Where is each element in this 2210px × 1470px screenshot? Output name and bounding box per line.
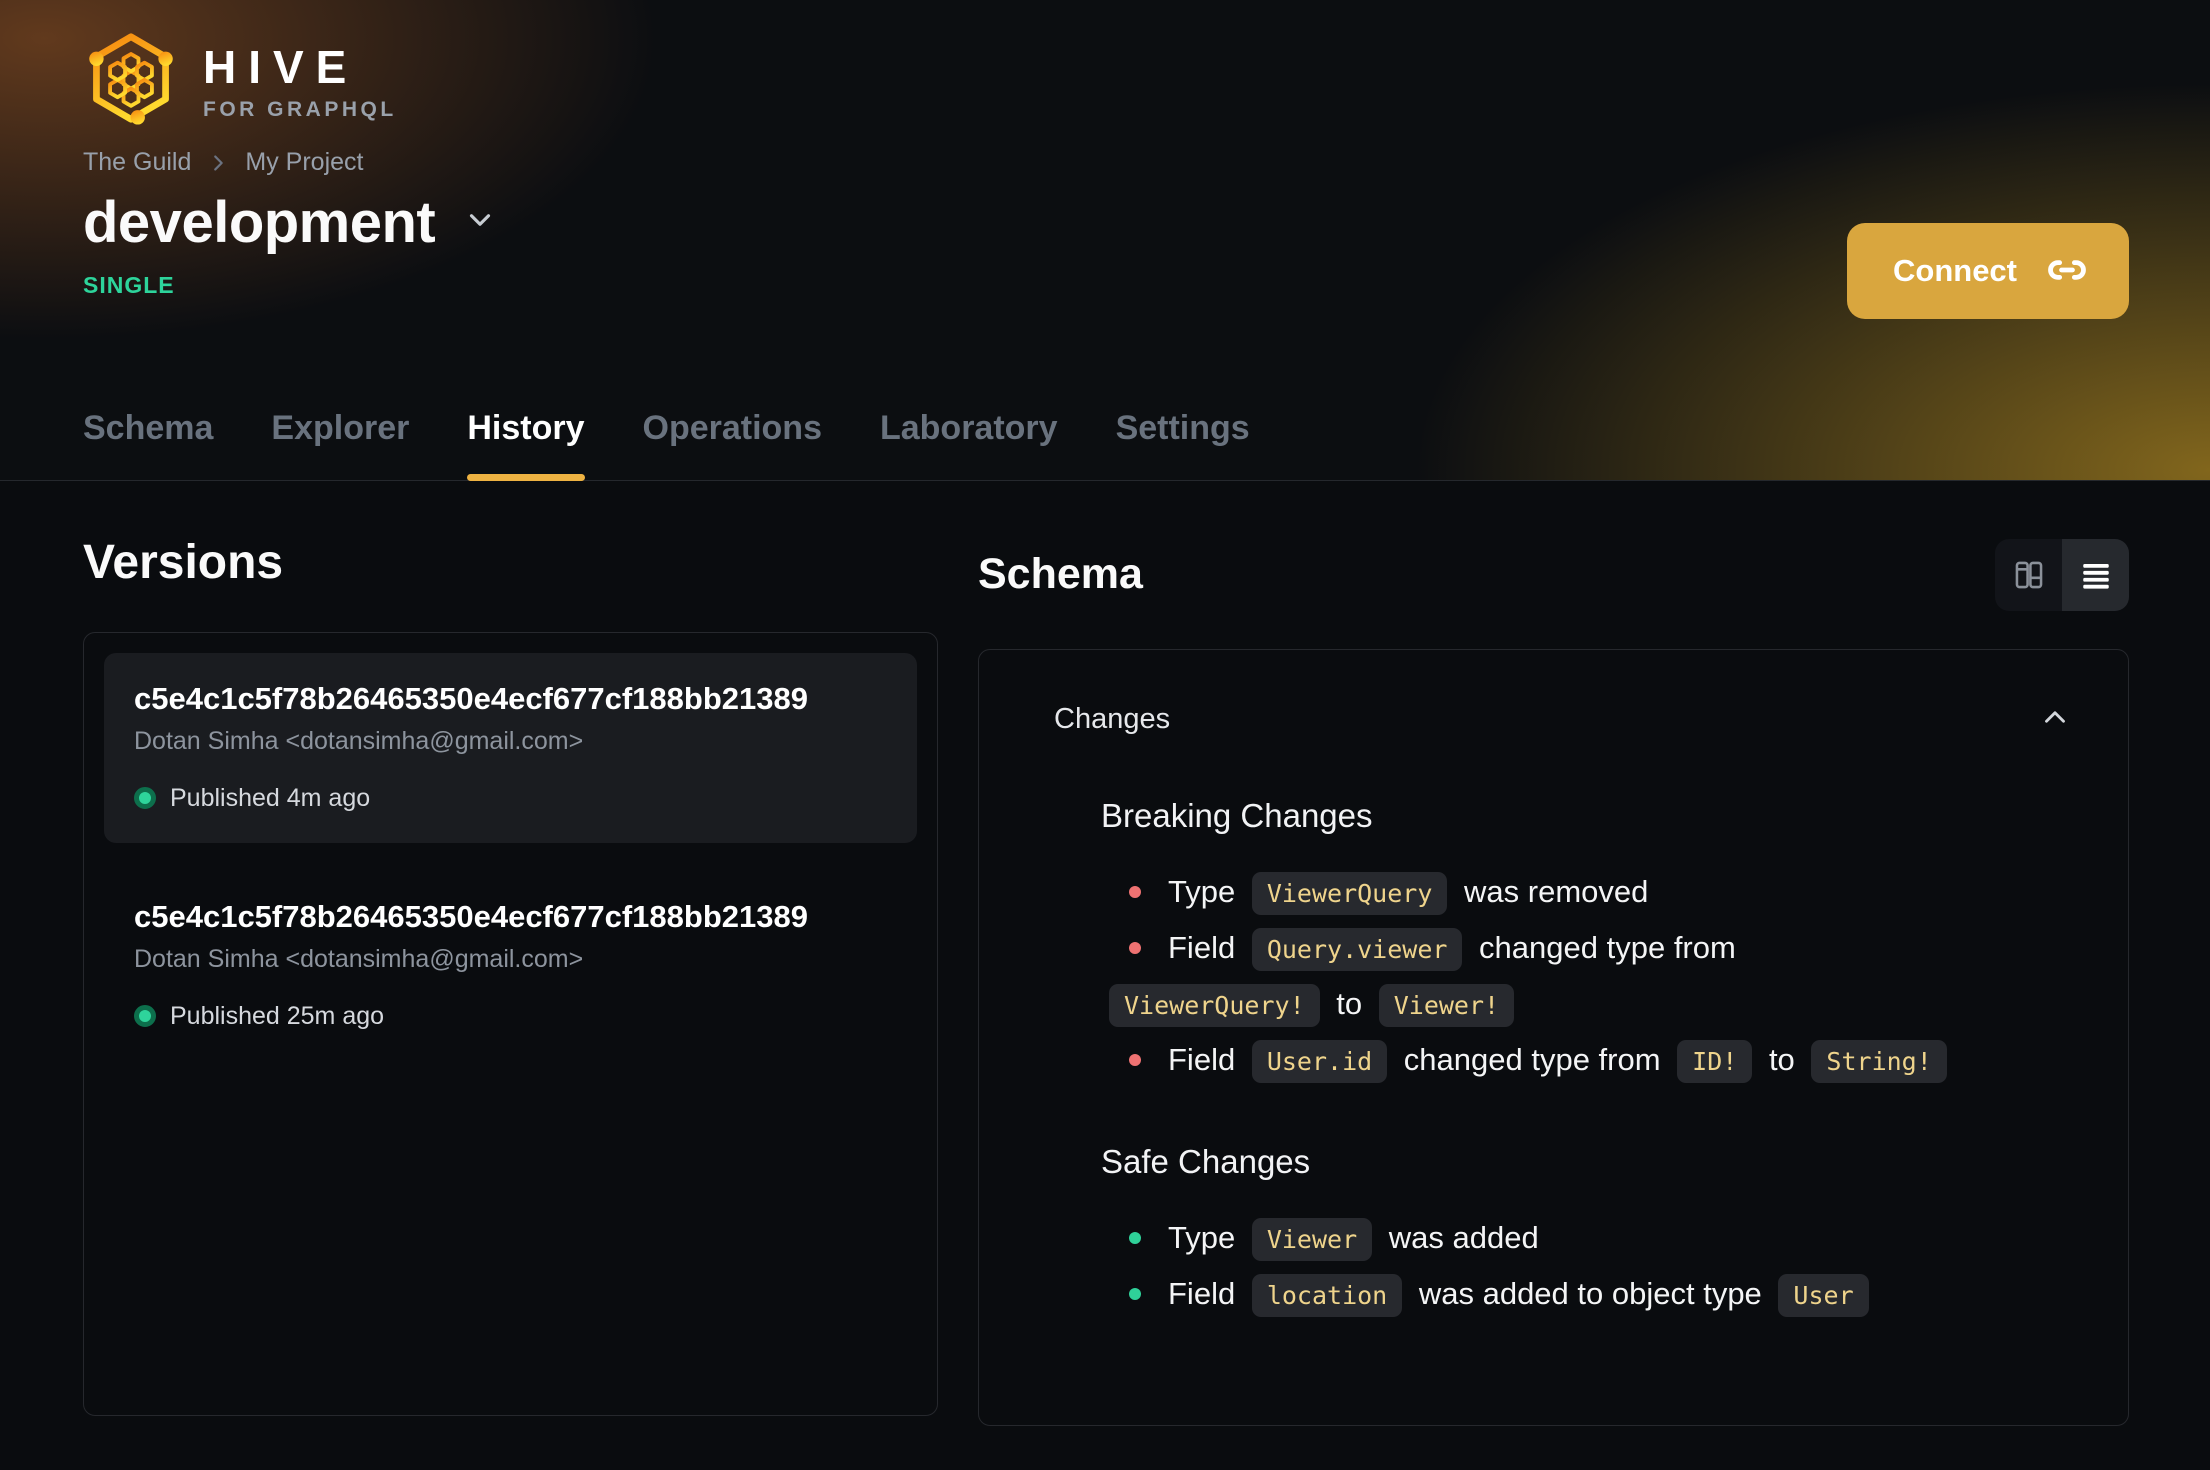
change-text: changed type from <box>1395 1042 1670 1077</box>
code-chip: location <box>1251 1274 1403 1317</box>
change-text: Field <box>1168 930 1244 965</box>
change-item: Field User.id changed type from ID! to S… <box>1101 1033 2072 1089</box>
change-text: Type <box>1168 874 1244 909</box>
code-chip: User.id <box>1251 1040 1388 1083</box>
hive-logo-icon <box>89 33 173 125</box>
version-author: Dotan Simha <dotansimha@gmail.com> <box>134 726 584 755</box>
main-content: Versions c5e4c1c5f78b26465350e4ecf677cf1… <box>0 481 2210 1426</box>
safe-bullet-icon <box>1129 1287 1141 1300</box>
code-chip: Viewer! <box>1378 984 1515 1027</box>
code-chip: Query.viewer <box>1251 928 1463 971</box>
status-dot-icon <box>134 787 156 810</box>
status-dot-icon <box>134 1005 156 1028</box>
target-name[interactable]: development <box>83 189 436 256</box>
safe-changes-list: Type Viewer was added Field location was… <box>1101 1211 2072 1323</box>
split-columns-icon <box>2015 561 2042 589</box>
change-text: changed type from <box>1470 930 1736 965</box>
target-selector[interactable]: development <box>83 189 2129 256</box>
change-text: was added <box>1380 1220 1539 1255</box>
tab-operations[interactable]: Operations <box>643 409 822 481</box>
versions-panel: c5e4c1c5f78b26465350e4ecf677cf188bb21389… <box>83 631 938 1416</box>
list-view-button[interactable] <box>2062 539 2129 611</box>
list-lines-icon <box>2082 563 2109 589</box>
page: HIVE FOR GRAPHQL The Guild My Project de… <box>0 0 2210 1470</box>
version-hash: c5e4c1c5f78b26465350e4ecf677cf188bb21389 <box>134 898 808 934</box>
version-card[interactable]: c5e4c1c5f78b26465350e4ecf677cf188bb21389… <box>104 871 917 1061</box>
change-item: Field location was added to object type … <box>1101 1267 2072 1323</box>
breaking-bullet-icon <box>1129 885 1141 898</box>
version-hash: c5e4c1c5f78b26465350e4ecf677cf188bb21389 <box>134 680 808 716</box>
change-text: to <box>1327 986 1371 1021</box>
changes-header[interactable]: Changes <box>1054 700 2072 739</box>
change-text: Field <box>1168 1042 1244 1077</box>
change-item: Field Query.viewer changed type from Vie… <box>1101 921 2072 1033</box>
brand: HIVE FOR GRAPHQL <box>83 30 2129 126</box>
connect-button[interactable]: Connect <box>1847 223 2129 319</box>
brand-text: HIVE FOR GRAPHQL <box>203 44 397 122</box>
changes-body: Breaking Changes Type ViewerQuery was re… <box>1101 797 2072 1323</box>
published-label: Published 4m ago <box>170 783 371 812</box>
code-chip: ViewerQuery! <box>1109 984 1320 1027</box>
safe-bullet-icon <box>1129 1231 1141 1244</box>
versions-section: Versions c5e4c1c5f78b26465350e4ecf677cf1… <box>83 481 938 1416</box>
published-status: Published 4m ago <box>134 784 887 813</box>
code-chip: Viewer <box>1251 1218 1373 1261</box>
schema-heading: Schema <box>978 550 1143 599</box>
published-label: Published 25m ago <box>170 1001 385 1030</box>
code-chip: String! <box>1811 1040 1947 1083</box>
chevron-up-icon[interactable] <box>2038 700 2072 739</box>
breaking-bullet-icon <box>1129 1053 1141 1066</box>
breaking-bullet-icon <box>1129 941 1141 954</box>
tab-schema[interactable]: Schema <box>83 409 213 481</box>
version-author: Dotan Simha <dotansimha@gmail.com> <box>134 944 584 973</box>
change-text: Type <box>1168 1220 1244 1255</box>
split-view-button[interactable] <box>1995 539 2062 611</box>
change-text-group: to Viewer! <box>1327 984 1522 1027</box>
change-text: Field <box>1168 1276 1244 1311</box>
breadcrumb: The Guild My Project <box>83 148 2129 177</box>
breadcrumb-project-link[interactable]: My Project <box>245 148 363 177</box>
view-toggle <box>1995 539 2129 611</box>
tab-explorer[interactable]: Explorer <box>271 409 409 481</box>
code-chip: ViewerQuery <box>1251 872 1448 915</box>
breadcrumb-org-link[interactable]: The Guild <box>83 148 191 177</box>
change-text: was added to object type <box>1410 1276 1771 1311</box>
tab-laboratory[interactable]: Laboratory <box>880 409 1058 481</box>
changes-label: Changes <box>1054 703 1171 735</box>
brand-subtitle: FOR GRAPHQL <box>203 98 397 121</box>
tab-history[interactable]: History <box>467 409 584 481</box>
changes-panel: Changes Breaking Changes Type ViewerQuer… <box>978 649 2129 1426</box>
link-icon <box>2045 248 2089 295</box>
connect-button-label: Connect <box>1893 253 2017 288</box>
header: HIVE FOR GRAPHQL The Guild My Project de… <box>0 0 2210 481</box>
code-chip: User <box>1778 1274 1869 1317</box>
tab-settings[interactable]: Settings <box>1116 409 1250 481</box>
chevron-down-icon[interactable] <box>463 203 497 242</box>
brand-title: HIVE <box>203 41 359 93</box>
change-text: to <box>1760 1042 1804 1077</box>
change-item: Type ViewerQuery was removed <box>1101 865 2072 921</box>
breaking-changes-list: Type ViewerQuery was removed Field Query… <box>1101 865 2072 1089</box>
tab-bar: Schema Explorer History Operations Labor… <box>83 409 1250 481</box>
versions-heading: Versions <box>83 536 284 589</box>
schema-head: Schema <box>978 539 2129 611</box>
published-status: Published 25m ago <box>134 1002 887 1031</box>
safe-changes-heading: Safe Changes <box>1101 1143 1311 1180</box>
version-card[interactable]: c5e4c1c5f78b26465350e4ecf677cf188bb21389… <box>104 652 917 843</box>
breaking-changes-heading: Breaking Changes <box>1101 797 1373 834</box>
change-text: was removed <box>1455 874 1649 909</box>
target-type-badge: SINGLE <box>83 272 175 298</box>
change-item: Type Viewer was added <box>1101 1211 2072 1267</box>
code-chip: ID! <box>1677 1040 1753 1083</box>
schema-section: Schema Changes Breaking Changes Type Vie… <box>978 481 2129 1426</box>
chevron-right-icon <box>207 152 229 174</box>
